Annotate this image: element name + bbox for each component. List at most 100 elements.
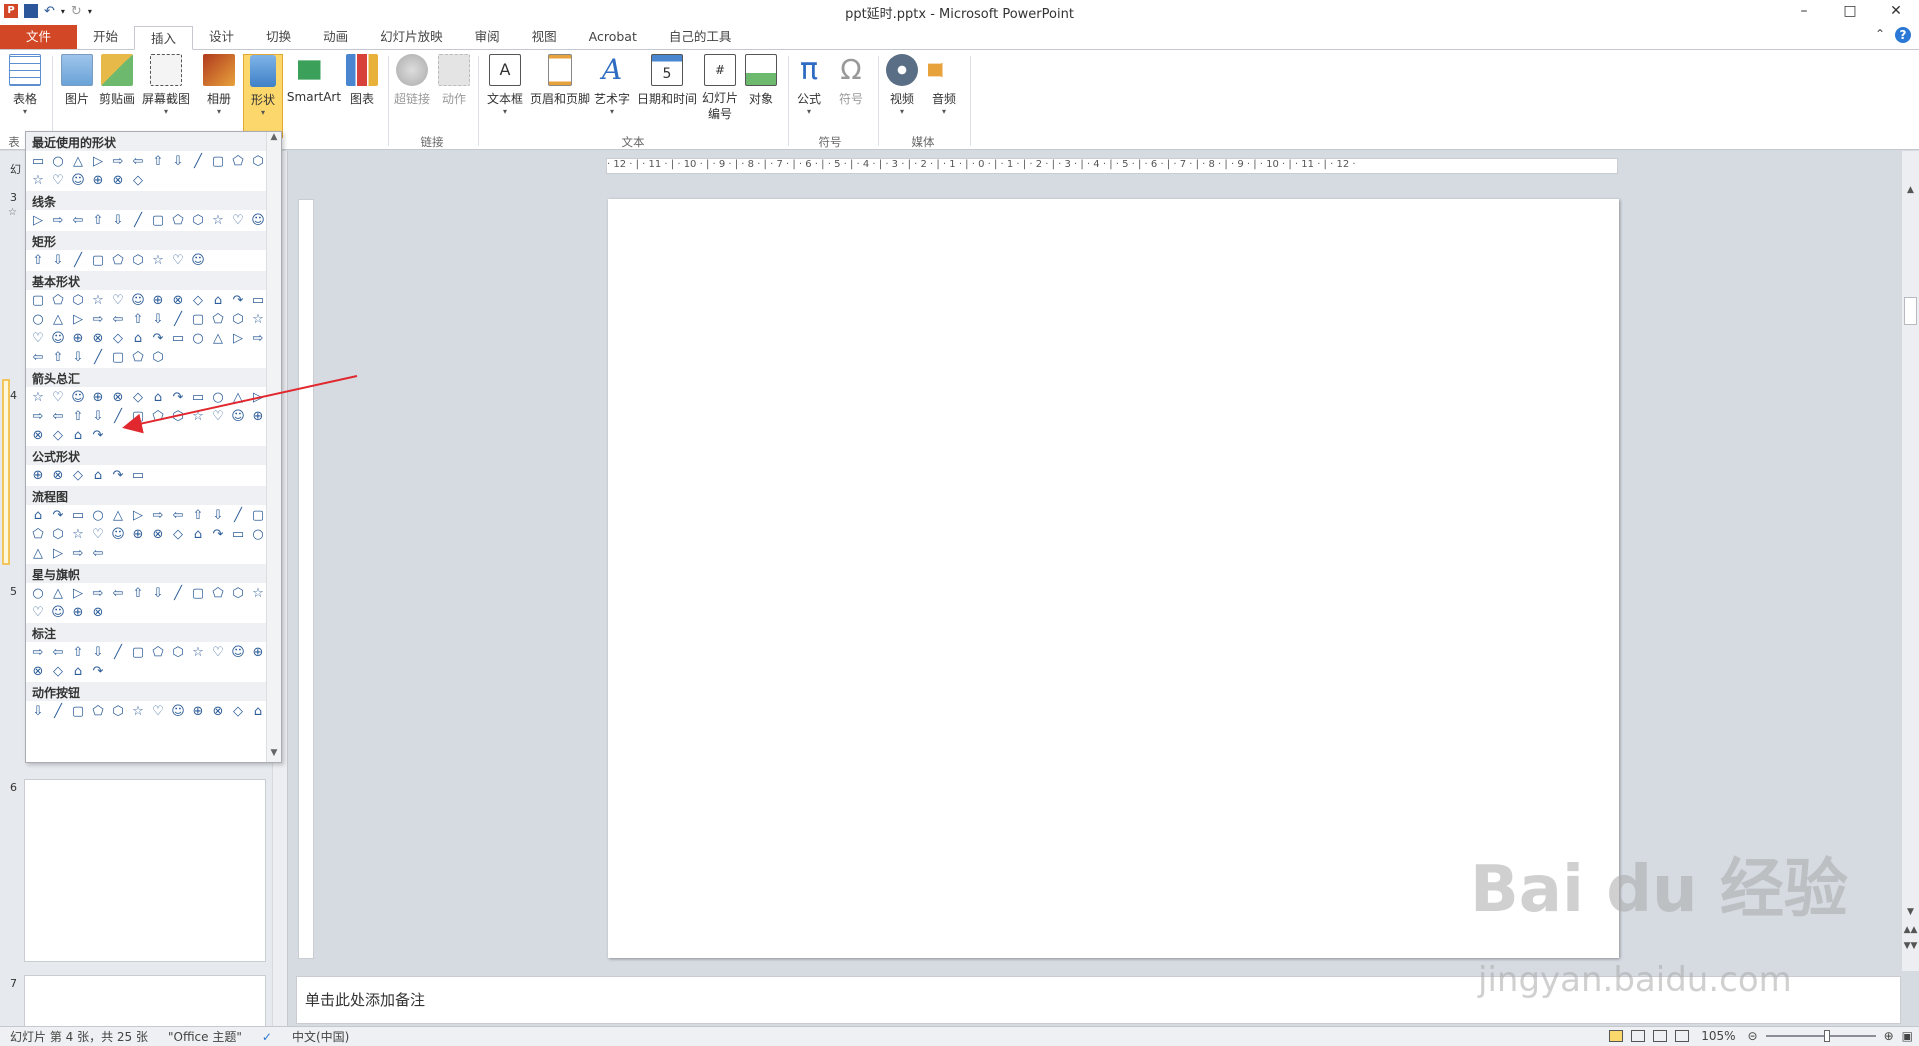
shape-option-icon[interactable]: ▷ bbox=[229, 330, 247, 347]
shape-option-icon[interactable]: ⇨ bbox=[249, 330, 267, 347]
shape-option-icon[interactable]: ☆ bbox=[209, 212, 227, 229]
header-footer-button[interactable]: 页眉和页脚 bbox=[528, 54, 592, 107]
undo-icon[interactable]: ↶ bbox=[44, 4, 55, 19]
shape-option-icon[interactable]: ⇨ bbox=[149, 507, 167, 524]
shape-option-icon[interactable]: ⇧ bbox=[49, 349, 67, 366]
shape-option-icon[interactable]: ▷ bbox=[69, 585, 87, 602]
shape-option-icon[interactable]: ▷ bbox=[129, 507, 147, 524]
shape-option-icon[interactable]: ☺ bbox=[69, 389, 87, 406]
shape-option-icon[interactable]: ⇧ bbox=[189, 507, 207, 524]
shape-option-icon[interactable]: ○ bbox=[209, 389, 227, 406]
shape-option-icon[interactable]: ⊗ bbox=[109, 172, 127, 189]
audio-button[interactable]: 音频 ▾ bbox=[922, 54, 966, 117]
redo-icon[interactable]: ↻ bbox=[71, 4, 82, 19]
shape-option-icon[interactable]: ⬡ bbox=[129, 252, 147, 269]
shape-option-icon[interactable]: ⬡ bbox=[49, 526, 67, 543]
shape-option-icon[interactable]: ╱ bbox=[109, 644, 127, 661]
shape-option-icon[interactable]: ⇨ bbox=[29, 408, 47, 425]
shape-option-icon[interactable]: ⬡ bbox=[149, 349, 167, 366]
shape-option-icon[interactable]: ⬠ bbox=[129, 349, 147, 366]
slide-sorter-view-icon[interactable] bbox=[1631, 1030, 1646, 1042]
shape-option-icon[interactable]: ◇ bbox=[49, 663, 67, 680]
shape-option-icon[interactable]: ⊕ bbox=[249, 408, 267, 425]
tab-custom-tools[interactable]: 自己的工具 bbox=[653, 25, 748, 49]
wordart-button[interactable]: A 艺术字 ▾ bbox=[590, 54, 634, 117]
shape-option-icon[interactable]: ⇦ bbox=[49, 644, 67, 661]
shape-option-icon[interactable]: ▢ bbox=[209, 153, 227, 170]
shape-option-icon[interactable]: ⇧ bbox=[129, 585, 147, 602]
shape-option-icon[interactable]: ▭ bbox=[69, 507, 87, 524]
shape-option-icon[interactable]: △ bbox=[109, 507, 127, 524]
shapes-button[interactable]: 形状 ▾ bbox=[243, 54, 283, 138]
shape-option-icon[interactable]: ▢ bbox=[129, 644, 147, 661]
shape-option-icon[interactable]: ◇ bbox=[49, 427, 67, 444]
shape-option-icon[interactable]: ⊗ bbox=[29, 427, 47, 444]
shape-option-icon[interactable]: ▭ bbox=[29, 153, 47, 170]
shape-option-icon[interactable]: ⬡ bbox=[189, 212, 207, 229]
tab-slideshow[interactable]: 幻灯片放映 bbox=[364, 25, 459, 49]
shape-option-icon[interactable]: ♡ bbox=[149, 703, 167, 720]
symbol-button[interactable]: Ω 符号 bbox=[830, 54, 872, 107]
shape-option-icon[interactable]: ☆ bbox=[189, 408, 207, 425]
chart-button[interactable]: 图表 bbox=[337, 54, 387, 107]
reading-view-icon[interactable] bbox=[1653, 1030, 1668, 1042]
scroll-up-icon[interactable]: ▲ bbox=[267, 132, 281, 146]
shape-option-icon[interactable]: △ bbox=[49, 311, 67, 328]
slide-thumbnail[interactable] bbox=[24, 975, 266, 1026]
tab-review[interactable]: 审阅 bbox=[459, 25, 516, 49]
shape-option-icon[interactable]: ⇧ bbox=[29, 252, 47, 269]
shape-option-icon[interactable]: ⬠ bbox=[209, 311, 227, 328]
undo-dropdown-icon[interactable]: ▾ bbox=[61, 7, 65, 16]
shape-option-icon[interactable]: ☺ bbox=[229, 644, 247, 661]
shape-option-icon[interactable]: ◇ bbox=[229, 703, 247, 720]
shape-option-icon[interactable]: ☆ bbox=[129, 703, 147, 720]
shape-option-icon[interactable]: ⌂ bbox=[129, 330, 147, 347]
shape-option-icon[interactable]: ▭ bbox=[249, 292, 267, 309]
shape-option-icon[interactable]: ⇩ bbox=[209, 507, 227, 524]
shape-option-icon[interactable]: ⬡ bbox=[169, 644, 187, 661]
help-icon[interactable]: ? bbox=[1895, 27, 1911, 43]
shape-option-icon[interactable]: ⊗ bbox=[89, 330, 107, 347]
shape-option-icon[interactable]: ↷ bbox=[169, 389, 187, 406]
shape-option-icon[interactable]: ▭ bbox=[229, 526, 247, 543]
shape-option-icon[interactable]: ⊗ bbox=[29, 663, 47, 680]
shape-option-icon[interactable]: ⇦ bbox=[89, 545, 107, 562]
scrollbar-thumb[interactable] bbox=[1904, 297, 1917, 325]
slideshow-view-icon[interactable] bbox=[1675, 1030, 1690, 1042]
shape-option-icon[interactable]: ⇩ bbox=[89, 644, 107, 661]
tab-file[interactable]: 文件 bbox=[0, 25, 78, 49]
shape-option-icon[interactable]: ⬠ bbox=[229, 153, 247, 170]
slide-thumbnail[interactable] bbox=[24, 779, 266, 962]
shape-option-icon[interactable]: ⊕ bbox=[89, 172, 107, 189]
shape-option-icon[interactable]: ⇦ bbox=[109, 311, 127, 328]
shape-option-icon[interactable]: ⬠ bbox=[169, 212, 187, 229]
shape-option-icon[interactable]: △ bbox=[29, 545, 47, 562]
shape-option-icon[interactable]: ☆ bbox=[249, 311, 267, 328]
smartart-button[interactable]: SmartArt bbox=[286, 54, 342, 104]
shape-option-icon[interactable]: ○ bbox=[29, 585, 47, 602]
shape-option-icon[interactable]: ╱ bbox=[229, 507, 247, 524]
equation-button[interactable]: π 公式 ▾ bbox=[788, 54, 830, 117]
shape-option-icon[interactable]: ◇ bbox=[129, 389, 147, 406]
shape-option-icon[interactable]: ⇨ bbox=[49, 212, 67, 229]
shape-option-icon[interactable]: ⇦ bbox=[169, 507, 187, 524]
shape-option-icon[interactable]: ╱ bbox=[109, 408, 127, 425]
shape-option-icon[interactable]: ○ bbox=[29, 311, 47, 328]
shape-option-icon[interactable]: ▷ bbox=[249, 389, 267, 406]
shape-option-icon[interactable]: ☺ bbox=[69, 172, 87, 189]
shape-option-icon[interactable]: ╱ bbox=[69, 252, 87, 269]
shape-option-icon[interactable]: ☺ bbox=[189, 252, 207, 269]
shape-option-icon[interactable]: ⊗ bbox=[89, 604, 107, 621]
shape-option-icon[interactable]: ⬡ bbox=[69, 292, 87, 309]
shape-option-icon[interactable]: ↷ bbox=[209, 526, 227, 543]
shape-option-icon[interactable]: ▷ bbox=[69, 311, 87, 328]
zoom-slider-handle[interactable] bbox=[1823, 1030, 1830, 1042]
shape-option-icon[interactable]: ▢ bbox=[109, 349, 127, 366]
shape-option-icon[interactable]: ⇧ bbox=[69, 644, 87, 661]
shape-option-icon[interactable]: ⌂ bbox=[29, 507, 47, 524]
shape-option-icon[interactable]: ◇ bbox=[169, 526, 187, 543]
shape-option-icon[interactable]: ⇨ bbox=[29, 644, 47, 661]
tab-acrobat[interactable]: Acrobat bbox=[573, 25, 653, 49]
shape-option-icon[interactable]: ○ bbox=[249, 526, 267, 543]
shape-option-icon[interactable]: ⇦ bbox=[69, 212, 87, 229]
